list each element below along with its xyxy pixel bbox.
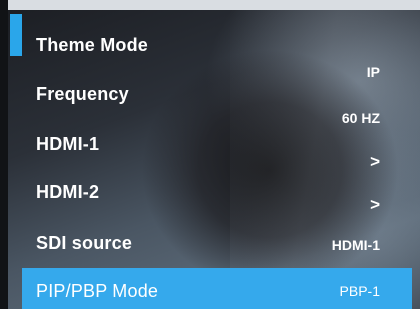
menu-item-label: HDMI-1: [36, 134, 100, 154]
menu-item-label: HDMI-2: [36, 182, 100, 202]
menu-item-value: PBP-1: [339, 283, 380, 299]
menu-item-frequency[interactable]: Frequency 60 HZ: [22, 72, 412, 126]
menu-item-value: HDMI-1: [331, 237, 380, 253]
menu-item-label: PIP/PBP Mode: [36, 281, 159, 301]
menu-item-pip-pbp-mode[interactable]: PIP/PBP Mode PBP-1: [22, 268, 412, 309]
chevron-right-icon: >: [370, 195, 380, 214]
osd-screen: Theme Mode IP Frequency 60 HZ HDMI-1 > H…: [0, 0, 420, 309]
menu-item-sdi-source[interactable]: SDI source HDMI-1: [22, 222, 412, 266]
chevron-right-icon: >: [370, 152, 380, 171]
menu-item-label: Theme Mode: [36, 35, 149, 55]
menu-item-theme-mode[interactable]: Theme Mode IP: [22, 20, 412, 80]
bezel-top: [0, 0, 420, 10]
menu-item-hdmi-1[interactable]: HDMI-1 >: [22, 124, 412, 171]
menu-item-hdmi-2[interactable]: HDMI-2 >: [22, 172, 412, 216]
menu-item-label: Frequency: [36, 84, 129, 104]
menu-accent-bar: [10, 14, 22, 56]
menu-item-label: SDI source: [36, 233, 133, 253]
bezel-left: [0, 0, 8, 309]
